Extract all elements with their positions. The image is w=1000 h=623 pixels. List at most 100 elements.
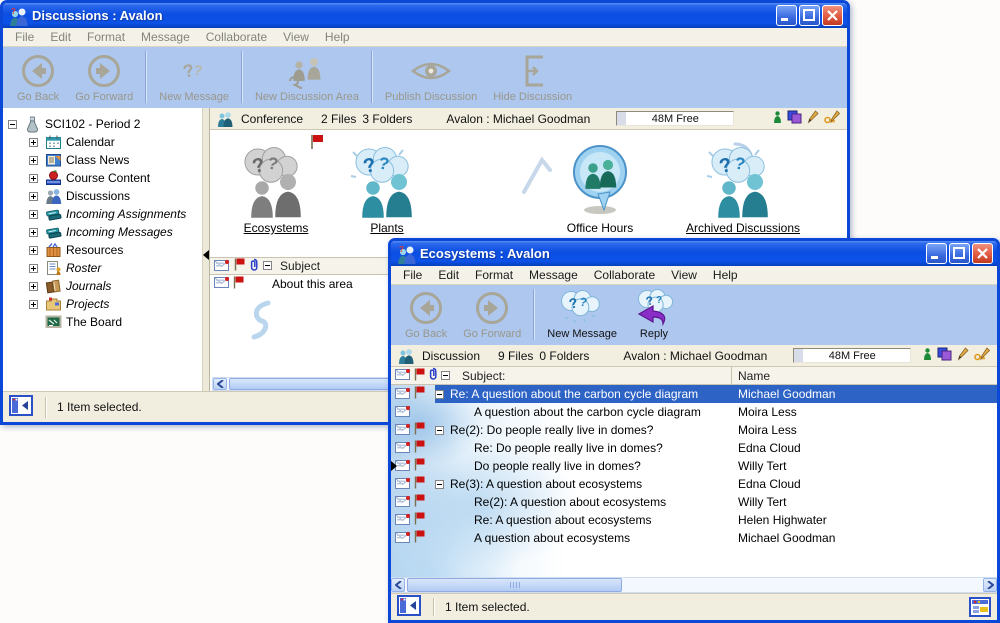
menu-help[interactable]: Help [705,267,746,283]
expand-box-icon[interactable] [29,138,38,147]
online-user-icon[interactable] [923,348,932,364]
conference-icon-ecosystems[interactable]: ??Ecosystems [220,138,332,235]
message-subject[interactable]: Re: A question about the carbon cycle di… [450,387,698,401]
collapse-thread-box[interactable] [435,480,444,489]
menu-collaborate[interactable]: Collaborate [198,29,275,45]
sidebar-item-incoming-assignments[interactable]: Incoming Assignments [3,205,202,223]
message-sender-name[interactable]: Edna Cloud [738,441,801,455]
sidebar-item-calendar[interactable]: Calendar [3,133,202,151]
menu-view[interactable]: View [663,267,705,283]
collapse-box-icon[interactable] [8,120,17,129]
conference-icon-plants[interactable]: ??Plants [332,138,442,235]
expand-box-icon[interactable] [29,174,38,183]
conference-icon-label[interactable]: Archived Discussions [658,221,828,235]
expand-box-icon[interactable] [29,282,38,291]
minimize-button[interactable] [926,243,947,264]
online-user-icon[interactable] [773,111,782,127]
sidebar-item-incoming-messages[interactable]: Incoming Messages [3,223,202,241]
message-sender-name[interactable]: Moira Less [738,423,797,437]
message-sender-name[interactable]: Willy Tert [738,495,786,509]
conference-icon-label[interactable]: Plants [332,221,442,235]
layers-icon[interactable] [937,347,952,364]
layers-icon[interactable] [787,110,802,127]
expand-box-icon[interactable] [29,264,38,273]
close-button[interactable] [822,5,843,26]
name-column-header[interactable]: Name [738,369,770,383]
message-subject[interactable]: Re(2): A question about ecosystems [474,495,666,509]
view-grid-icon[interactable] [969,597,991,617]
scroll-right-arrow[interactable] [983,578,997,592]
close-button[interactable] [972,243,993,264]
panel-toggle-icon[interactable] [9,395,33,419]
subject-column-header[interactable]: Subject: [462,369,505,383]
menu-file[interactable]: File [395,267,430,283]
horizontal-scrollbar[interactable] [391,577,997,593]
splitter-collapse-arrow[interactable] [203,248,210,266]
message-sender-name[interactable]: Helen Highwater [738,513,827,527]
sidebar-item-journals[interactable]: Journals [3,277,202,295]
message-row[interactable]: Re(3): A question about ecosystemsEdna C… [391,475,997,493]
maximize-button[interactable] [949,243,970,264]
sidebar-item-discussions[interactable]: Discussions [3,187,202,205]
sidebar-item-roster[interactable]: Roster [3,259,202,277]
splitter-collapse-arrow[interactable] [391,459,398,477]
expand-box-icon[interactable] [29,300,38,309]
message-subject[interactable]: Re: A question about ecosystems [474,513,651,527]
sidebar-item-resources[interactable]: Resources [3,241,202,259]
message-row[interactable]: A question about ecosystemsMichael Goodm… [391,529,997,547]
scrollbar-track[interactable] [622,578,983,592]
expand-box-icon[interactable] [29,228,38,237]
menu-file[interactable]: File [7,29,42,45]
menu-format[interactable]: Format [467,267,521,283]
message-row[interactable]: Do people really live in domes? Willy Ter… [391,457,997,475]
message-row[interactable]: Re: Do people really live in domes?Edna … [391,439,997,457]
expand-box-icon[interactable] [29,156,38,165]
message-subject[interactable]: Re(2): Do people really live in domes? [450,423,653,437]
menu-view[interactable]: View [275,29,317,45]
message-subject[interactable]: A question about the carbon cycle diagra… [474,405,701,419]
sidebar-item-sci102-period-2[interactable]: SCI102 - Period 2 [3,115,202,133]
titlebar-discussions[interactable]: ? Discussions : Avalon [3,3,847,28]
sidebar-item-course-content[interactable]: Course Content [3,169,202,187]
expand-box-icon[interactable] [29,246,38,255]
panel-toggle-icon[interactable] [397,595,421,619]
menu-format[interactable]: Format [79,29,133,45]
conference-icon-office-hours[interactable]: Office Hours [540,138,660,235]
column-divider[interactable] [731,367,732,384]
message-sender-name[interactable]: Edna Cloud [738,477,801,491]
splitter[interactable] [202,108,210,391]
edit-pencil-icon[interactable] [957,347,969,364]
collapse-all-box[interactable] [441,369,450,383]
conference-icon-label[interactable]: Office Hours [540,221,660,235]
message-sender-name[interactable]: Moira Less [738,405,797,419]
maximize-button[interactable] [799,5,820,26]
collapse-all-box[interactable] [263,259,272,273]
conference-icon-archived-discussions[interactable]: ??Archived Discussions [658,138,828,235]
message-row[interactable]: A question about the carbon cycle diagra… [391,403,997,421]
collapse-thread-box[interactable] [435,390,444,399]
menu-edit[interactable]: Edit [430,267,467,283]
scrollbar-thumb[interactable] [407,578,622,592]
menu-edit[interactable]: Edit [42,29,79,45]
toolbar-button-reply[interactable]: ??Reply [625,287,683,342]
minimize-button[interactable] [776,5,797,26]
permissions-key-icon[interactable] [974,347,991,364]
scroll-left-arrow[interactable] [391,578,405,592]
collapse-thread-box[interactable] [435,426,444,435]
scroll-left-arrow[interactable] [213,378,227,390]
toolbar-button-new-message[interactable]: ??New Message [539,287,625,342]
message-sender-name[interactable]: Willy Tert [738,459,786,473]
edit-pencil-icon[interactable] [807,110,819,127]
permissions-key-icon[interactable] [824,110,841,127]
expand-box-icon[interactable] [29,210,38,219]
conference-icon-label[interactable]: Ecosystems [220,221,332,235]
subject-column-header[interactable]: Subject [280,259,320,273]
about-item-title[interactable]: About this area [272,277,353,291]
message-subject[interactable]: Do people really live in domes? [474,459,641,473]
menu-collaborate[interactable]: Collaborate [586,267,663,283]
message-row[interactable]: Re(2): Do people really live in domes? Mo… [391,421,997,439]
menu-message[interactable]: Message [521,267,586,283]
titlebar-ecosystems[interactable]: ? Ecosystems : Avalon [391,241,997,266]
message-subject[interactable]: A question about ecosystems [474,531,630,545]
expand-box-icon[interactable] [29,192,38,201]
